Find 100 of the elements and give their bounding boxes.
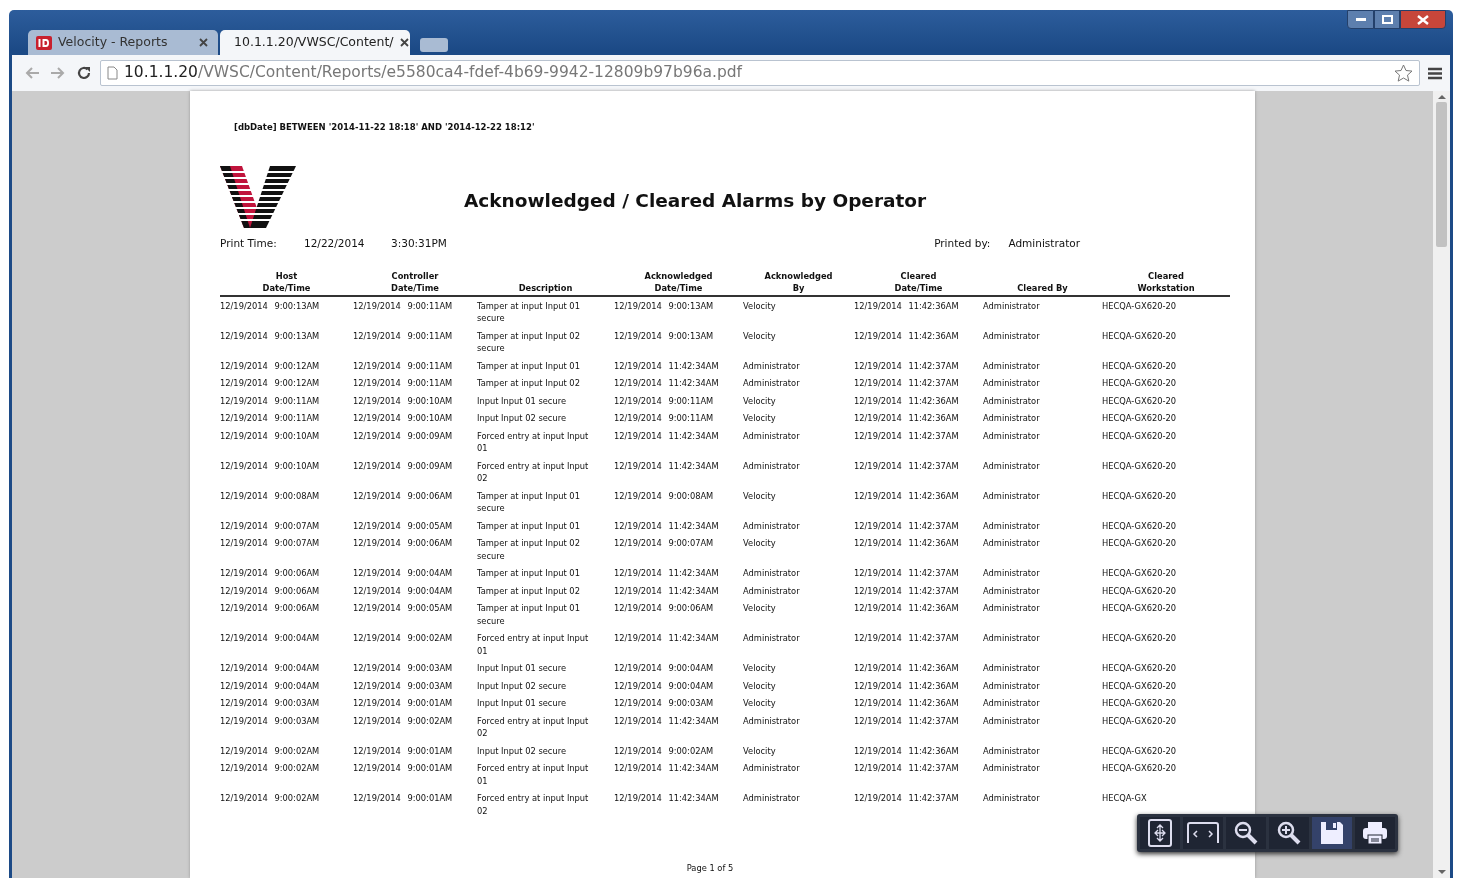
save-button[interactable] xyxy=(1312,817,1352,849)
table-cell: 12/19/2014 9:00:10AM xyxy=(353,409,477,427)
table-cell: 12/19/2014 9:00:02AM xyxy=(614,741,743,759)
table-cell: 12/19/2014 9:00:11AM xyxy=(353,326,477,357)
table-cell-text: HECQA-GX620-20 xyxy=(1102,602,1178,615)
table-cell: 12/19/2014 11:42:34AM xyxy=(614,356,743,374)
table-cell: HECQA-GX620-20 xyxy=(1102,295,1230,327)
table-cell: Tamper at input Input 01 secure xyxy=(477,295,614,327)
table-cell-text: HECQA-GX620-20 xyxy=(1102,394,1178,408)
table-cell: 12/19/2014 9:00:03AM xyxy=(353,676,477,694)
print-button[interactable] xyxy=(1355,817,1395,849)
table-cell-text: HECQA-GX620-20 xyxy=(1102,567,1178,580)
table-cell: 12/19/2014 11:42:34AM xyxy=(614,711,743,742)
address-field[interactable]: 10.1.1.20/VWSC/Content/Reports/e5580ca4-fdef-4b69-9942-12809b97b96a.pdf xyxy=(100,60,1420,86)
table-cell: 12/19/2014 11:42:37AM xyxy=(854,426,983,457)
table-cell: 12/19/2014 9:00:10AM xyxy=(353,391,477,409)
table-cell: Administrator xyxy=(983,741,1102,759)
table-cell: 12/19/2014 11:42:37AM xyxy=(854,789,983,819)
close-button[interactable] xyxy=(1400,10,1446,29)
printed-by-value: Administrator xyxy=(1008,235,1080,251)
table-cell: Administrator xyxy=(983,711,1102,742)
table-cell: 12/19/2014 9:00:01AM xyxy=(353,789,477,819)
table-cell: Velocity xyxy=(743,599,854,629)
table-cell: Input Input 01 secure xyxy=(477,391,614,409)
table-cell: Forced entry at input Input 02 xyxy=(477,789,614,819)
table-cell: 12/19/2014 11:42:34AM xyxy=(614,789,743,819)
table-cell: 12/19/2014 11:42:36AM xyxy=(854,486,983,517)
table-cell-text: HECQA-GX620-20 xyxy=(1102,377,1178,390)
table-cell: Forced entry at input Input 01 xyxy=(477,759,614,789)
table-cell: 12/19/2014 9:00:11AM xyxy=(220,391,353,409)
table-cell: 12/19/2014 11:42:34AM xyxy=(614,516,743,534)
table-cell: 12/19/2014 9:00:04AM xyxy=(220,629,353,659)
table-cell: 12/19/2014 9:00:03AM xyxy=(220,694,353,712)
table-cell: 12/19/2014 11:42:36AM xyxy=(854,391,983,409)
table-cell: 12/19/2014 9:00:02AM xyxy=(220,741,353,759)
table-cell: Administrator xyxy=(983,456,1102,487)
table-cell: 12/19/2014 9:00:01AM xyxy=(353,694,477,712)
table-cell: 12/19/2014 9:00:01AM xyxy=(353,741,477,759)
table-cell: 12/19/2014 9:00:09AM xyxy=(353,426,477,457)
page-number: Page 1 of 5 xyxy=(685,861,735,874)
table-cell: 12/19/2014 9:00:03AM xyxy=(353,659,477,677)
column-header: Host Date/Time xyxy=(220,269,353,296)
fit-width-button[interactable] xyxy=(1183,817,1223,849)
scroll-down-icon[interactable] xyxy=(1437,869,1446,875)
table-cell: 12/19/2014 11:42:36AM xyxy=(854,599,983,629)
table-cell: 12/19/2014 9:00:07AM xyxy=(220,534,353,564)
table-cell: 12/19/2014 9:00:04AM xyxy=(353,564,477,582)
zoom-out-button[interactable] xyxy=(1226,817,1266,849)
table-cell-text: HECQA-GX620-20 xyxy=(1102,762,1178,775)
table-cell: 12/19/2014 11:42:36AM xyxy=(854,409,983,427)
close-tab-button[interactable] xyxy=(199,38,208,47)
table-cell: Velocity xyxy=(743,659,854,677)
table-cell-text: HECQA-GX620-20 xyxy=(1102,519,1178,533)
table-cell: Administrator xyxy=(743,629,854,659)
table-cell: 12/19/2014 9:00:04AM xyxy=(614,676,743,694)
column-header: Controller Date/Time xyxy=(353,269,477,296)
table-cell: Velocity xyxy=(743,534,854,564)
table-cell: 12/19/2014 9:00:02AM xyxy=(353,711,477,742)
table-cell: 12/19/2014 9:00:04AM xyxy=(220,659,353,677)
zoom-in-button[interactable] xyxy=(1269,817,1309,849)
table-cell: Administrator xyxy=(983,516,1102,534)
table-cell: Administrator xyxy=(743,759,854,789)
fit-page-button[interactable] xyxy=(1140,817,1180,849)
table-cell: 12/19/2014 11:42:36AM xyxy=(854,676,983,694)
table-cell: Forced entry at input Input 01 xyxy=(477,426,614,457)
table-cell: 12/19/2014 11:42:34AM xyxy=(614,426,743,457)
table-cell: 12/19/2014 9:00:06AM xyxy=(220,599,353,629)
table-cell: Administrator xyxy=(983,564,1102,582)
table-cell: Tamper at input Input 02 secure xyxy=(477,326,614,357)
browser-tab[interactable]: Velocity - Reports xyxy=(28,30,218,55)
table-cell: 12/19/2014 9:00:05AM xyxy=(353,516,477,534)
table-cell: Administrator xyxy=(983,295,1102,327)
maximize-button[interactable] xyxy=(1374,10,1400,29)
printed-by-label: Printed by: xyxy=(934,235,991,251)
tab-title: Velocity - Reports xyxy=(58,33,168,52)
close-tab-button[interactable] xyxy=(399,38,409,47)
scroll-up-icon[interactable] xyxy=(1437,94,1446,100)
scrollbar[interactable] xyxy=(1433,91,1450,878)
star-icon[interactable] xyxy=(1394,64,1413,82)
table-cell: 12/19/2014 9:00:02AM xyxy=(220,759,353,789)
browser-tab[interactable]: 10.1.1.20/VWSC/Content/ xyxy=(220,30,410,55)
table-cell: 12/19/2014 9:00:06AM xyxy=(220,564,353,582)
table-cell-text: HECQA-GX620-20 xyxy=(1102,632,1178,645)
table-cell: Velocity xyxy=(743,694,854,712)
table-cell-text: HECQA-GX620-20 xyxy=(1102,429,1178,443)
table-cell: 12/19/2014 11:42:37AM xyxy=(854,516,983,534)
table-cell: 12/19/2014 9:00:03AM xyxy=(220,711,353,742)
table-cell-text: HECQA-GX620-20 xyxy=(1102,329,1178,343)
table-cell: 12/19/2014 9:00:10AM xyxy=(220,456,353,487)
minimize-icon xyxy=(1355,17,1366,22)
table-cell: Tamper at input Input 02 xyxy=(477,581,614,599)
table-cell: Administrator xyxy=(743,711,854,742)
scrollbar-thumb[interactable] xyxy=(1436,102,1447,247)
minimize-button[interactable] xyxy=(1347,10,1374,29)
table-cell-text: HECQA-GX620-20 xyxy=(1102,662,1178,675)
table-cell: 12/19/2014 11:42:36AM xyxy=(854,741,983,759)
table-cell: Input Input 01 secure xyxy=(477,659,614,677)
table-cell: 12/19/2014 9:00:13AM xyxy=(220,295,353,327)
table-cell: Tamper at input Input 01 xyxy=(477,516,614,534)
table-cell: Administrator xyxy=(983,374,1102,392)
